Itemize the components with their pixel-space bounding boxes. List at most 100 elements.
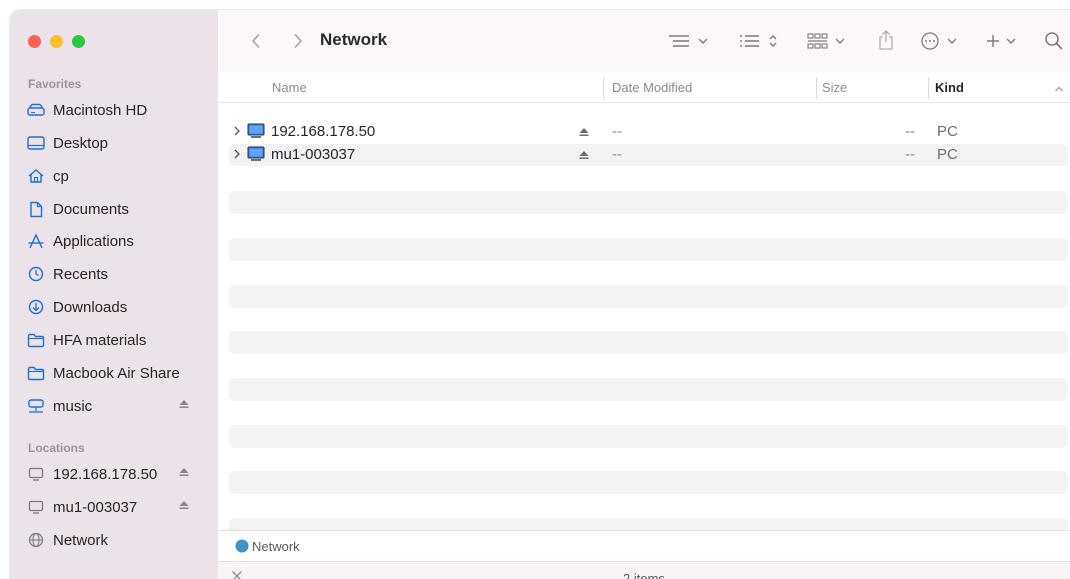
sidebar-item-192-168-178-50[interactable]: 192.168.178.50: [26, 461, 206, 487]
minimize-window-button[interactable]: [50, 35, 63, 48]
column-kind[interactable]: Kind: [935, 80, 964, 95]
folder-icon: [26, 330, 46, 350]
search-icon: [1045, 32, 1063, 50]
sidebar-item-desktop[interactable]: Desktop: [26, 130, 206, 156]
sidebar-item-downloads[interactable]: Downloads: [26, 294, 206, 320]
row-kind: PC: [937, 146, 958, 163]
empty-row-stripe: [229, 425, 1068, 448]
list-view-icon: [669, 35, 708, 47]
sidebar-item-cp[interactable]: cp: [26, 163, 206, 189]
row-kind: PC: [937, 123, 958, 140]
share-icon: [879, 30, 893, 50]
table-row[interactable]: mu1-003037 -- -- PC: [229, 144, 1068, 166]
empty-row-stripe: [229, 191, 1068, 214]
sidebar-item-documents[interactable]: Documents: [26, 196, 206, 222]
sidebar-item-hfa-materials[interactable]: HFA materials: [26, 327, 206, 353]
eject-icon[interactable]: [178, 397, 192, 413]
list-view-button[interactable]: [663, 29, 715, 53]
empty-row-stripe: [229, 378, 1068, 401]
sidebar-item-macbook-air-share[interactable]: Macbook Air Share: [26, 360, 206, 386]
sidebar-item-music[interactable]: music: [26, 393, 206, 419]
sidebar-item-label: mu1-003037: [53, 498, 138, 516]
toolbar: Network: [218, 10, 1070, 73]
row-date-modified: --: [612, 123, 622, 140]
status-bar: 2 items: [218, 561, 1070, 579]
sidebar-item-macintosh-hd[interactable]: Macintosh HD: [26, 97, 206, 123]
column-divider[interactable]: [928, 77, 929, 99]
computer-icon: [26, 497, 46, 517]
close-icon[interactable]: [230, 569, 244, 579]
sidebar-item-label: Network: [53, 531, 109, 549]
empty-row-stripe: [229, 285, 1068, 308]
finder-window: Favorites Macintosh HD Desktop cp Docume…: [10, 10, 1070, 579]
add-button[interactable]: [982, 29, 1026, 53]
sidebar-item-label: Recents: [53, 265, 109, 283]
path-bar-item-network[interactable]: Network: [252, 539, 300, 554]
row-name: 192.168.178.50: [271, 123, 376, 140]
sidebar-item-label: Downloads: [53, 298, 128, 316]
home-icon: [26, 166, 46, 186]
search-button[interactable]: [1042, 29, 1066, 53]
chevron-right-icon: [294, 33, 303, 49]
eject-icon[interactable]: [578, 148, 590, 165]
sidebar-item-label: Applications: [53, 232, 134, 250]
row-name: mu1-003037: [271, 146, 356, 163]
group-button[interactable]: [734, 29, 786, 53]
row-size: --: [905, 146, 915, 163]
computer-icon: [247, 123, 265, 143]
zoom-window-button[interactable]: [72, 35, 85, 48]
sidebar: Favorites Macintosh HD Desktop cp Docume…: [10, 10, 219, 579]
view-options-button[interactable]: [804, 29, 856, 53]
forward-button[interactable]: [288, 30, 308, 52]
column-header: Name Date Modified Size Kind: [218, 72, 1070, 103]
chevron-left-icon: [251, 33, 260, 49]
row-date-modified: --: [612, 146, 622, 163]
sidebar-item-label: Macbook Air Share: [53, 364, 180, 382]
empty-row-stripe: [229, 238, 1068, 261]
sidebar-item-recents[interactable]: Recents: [26, 261, 206, 287]
sidebar-item-label: Desktop: [53, 134, 109, 152]
column-name[interactable]: Name: [272, 80, 307, 95]
plus-icon: [987, 35, 1016, 47]
file-list: Name Date Modified Size Kind 192.168.178…: [218, 72, 1070, 579]
sidebar-item-mu1-003037[interactable]: mu1-003037: [26, 494, 206, 520]
row-size: --: [905, 123, 915, 140]
eject-icon[interactable]: [178, 498, 192, 514]
sidebar-item-label: music: [53, 397, 93, 415]
sidebar-item-label: 192.168.178.50: [53, 465, 158, 483]
share-button[interactable]: [874, 27, 898, 53]
eject-icon[interactable]: [178, 465, 192, 481]
action-menu-button[interactable]: [918, 29, 968, 53]
sort-chevron-up-icon[interactable]: [1054, 81, 1064, 96]
sidebar-item-label: HFA materials: [53, 331, 147, 349]
folder-icon: [26, 363, 46, 383]
window-title: Network: [320, 30, 388, 49]
computer-icon: [26, 464, 46, 484]
document-icon: [26, 199, 46, 219]
column-date-modified[interactable]: Date Modified: [612, 80, 692, 95]
grid-icon: [807, 33, 845, 49]
column-divider[interactable]: [603, 77, 604, 99]
back-button[interactable]: [246, 30, 266, 52]
sidebar-section-favorites: Favorites: [28, 77, 82, 91]
path-bar: Network: [218, 530, 1070, 561]
table-row[interactable]: 192.168.178.50 -- -- PC: [229, 121, 1068, 143]
disclosure-triangle-icon[interactable]: [233, 124, 241, 141]
column-divider[interactable]: [816, 77, 817, 99]
disclosure-triangle-icon[interactable]: [233, 147, 241, 164]
window-controls: [28, 35, 85, 48]
download-icon: [26, 297, 46, 317]
sidebar-section-locations: Locations: [28, 441, 85, 455]
sidebar-item-applications[interactable]: Applications: [26, 228, 206, 254]
sidebar-item-network[interactable]: Network: [26, 527, 206, 553]
close-window-button[interactable]: [28, 35, 41, 48]
network-drive-icon: [26, 396, 46, 416]
column-size[interactable]: Size: [822, 80, 847, 95]
eject-icon[interactable]: [578, 125, 590, 142]
item-count: 2 items: [623, 571, 665, 579]
sidebar-item-label: Macintosh HD: [53, 101, 148, 119]
clock-icon: [26, 264, 46, 284]
applications-icon: [26, 231, 46, 251]
computer-icon: [247, 146, 265, 166]
globe-icon: [235, 539, 249, 556]
